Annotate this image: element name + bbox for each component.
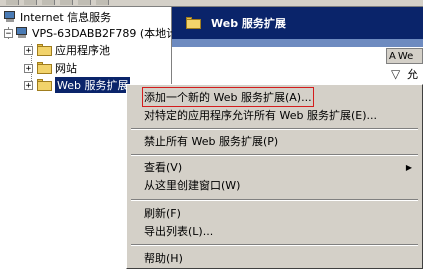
tree-item-app-pools[interactable]: + 应用程序池 — [24, 42, 110, 58]
tree-item-websites[interactable]: + 网站 — [24, 60, 77, 76]
folder-icon — [186, 17, 201, 29]
tree-item-label: VPS-63DABB2F789 (本地计 — [32, 27, 178, 40]
menu-separator — [131, 128, 418, 130]
toolbar-button[interactable] — [42, 0, 55, 5]
menu-item-label: 禁止所有 Web 服务扩展(P) — [144, 135, 279, 148]
expand-icon[interactable]: + — [24, 80, 33, 90]
menu-item-label: 帮助(H) — [144, 252, 183, 265]
computer-icon — [3, 11, 17, 23]
toolbar-button[interactable] — [96, 0, 109, 5]
expand-icon[interactable]: + — [24, 63, 33, 73]
details-header: Web 服务扩展 — [172, 7, 423, 39]
toolbar — [0, 0, 423, 7]
tree-item-label: Web 服务扩展 — [55, 77, 131, 93]
details-banner — [172, 39, 423, 47]
expand-icon[interactable]: + — [24, 45, 33, 55]
tree-item-server[interactable]: − VPS-63DABB2F789 (本地计 — [4, 25, 177, 41]
context-menu: 添加一个新的 Web 服务扩展(A)... 对特定的应用程序允许所有 Web 服… — [126, 84, 423, 269]
toolbar-button[interactable] — [24, 0, 37, 5]
menu-item-label: 查看(V) — [144, 161, 183, 174]
menu-item-allow-all-for-app[interactable]: 对特定的应用程序允许所有 Web 服务扩展(E)... — [127, 106, 422, 124]
folder-icon — [37, 79, 52, 91]
filter-icon: ▽ — [391, 67, 401, 81]
menu-item-label: 刷新(F) — [144, 207, 181, 220]
tree-item-label: Internet 信息服务 — [20, 11, 112, 24]
toolbar-button[interactable] — [60, 0, 73, 5]
menu-item-label: 从这里创建窗口(W) — [144, 179, 241, 192]
toolbar-button[interactable] — [6, 0, 19, 5]
computer-icon — [15, 27, 29, 39]
details-header-title: Web 服务扩展 — [211, 17, 286, 30]
collapse-icon[interactable]: − — [4, 28, 13, 38]
menu-item-new-window[interactable]: 从这里创建窗口(W) — [127, 176, 422, 194]
submenu-arrow-icon: ▶ — [405, 162, 412, 172]
menu-item-prohibit-all[interactable]: 禁止所有 Web 服务扩展(P) — [127, 132, 422, 150]
menu-item-label: 添加一个新的 Web 服务扩展(A)... — [142, 87, 314, 107]
menu-separator — [131, 154, 418, 156]
sort-icon: A — [389, 50, 396, 62]
menu-item-refresh[interactable]: 刷新(F) — [127, 204, 422, 222]
tree-item-label: 应用程序池 — [55, 44, 110, 57]
column-header-label: We — [397, 50, 414, 62]
menu-separator — [131, 199, 418, 201]
menu-item-help[interactable]: 帮助(H) — [127, 249, 422, 267]
menu-separator — [131, 244, 418, 246]
menu-item-label: 对特定的应用程序允许所有 Web 服务扩展(E)... — [144, 109, 377, 122]
tree-item-web-service-extensions[interactable]: + Web 服务扩展 — [24, 77, 131, 93]
menu-item-add-web-service-extension[interactable]: 添加一个新的 Web 服务扩展(A)... — [127, 87, 422, 107]
tree-item-label: 网站 — [55, 62, 77, 75]
list-item-text: 允 — [407, 68, 418, 81]
toolbar-button[interactable] — [78, 0, 91, 5]
column-header[interactable]: A We — [386, 48, 423, 64]
folder-icon — [37, 62, 52, 74]
menu-item-view[interactable]: 查看(V) ▶ — [127, 158, 422, 176]
folder-icon — [37, 44, 52, 56]
tree-item-root[interactable]: Internet 信息服务 — [1, 9, 111, 25]
menu-item-label: 导出列表(L)... — [144, 225, 214, 238]
menu-item-export-list[interactable]: 导出列表(L)... — [127, 222, 422, 240]
